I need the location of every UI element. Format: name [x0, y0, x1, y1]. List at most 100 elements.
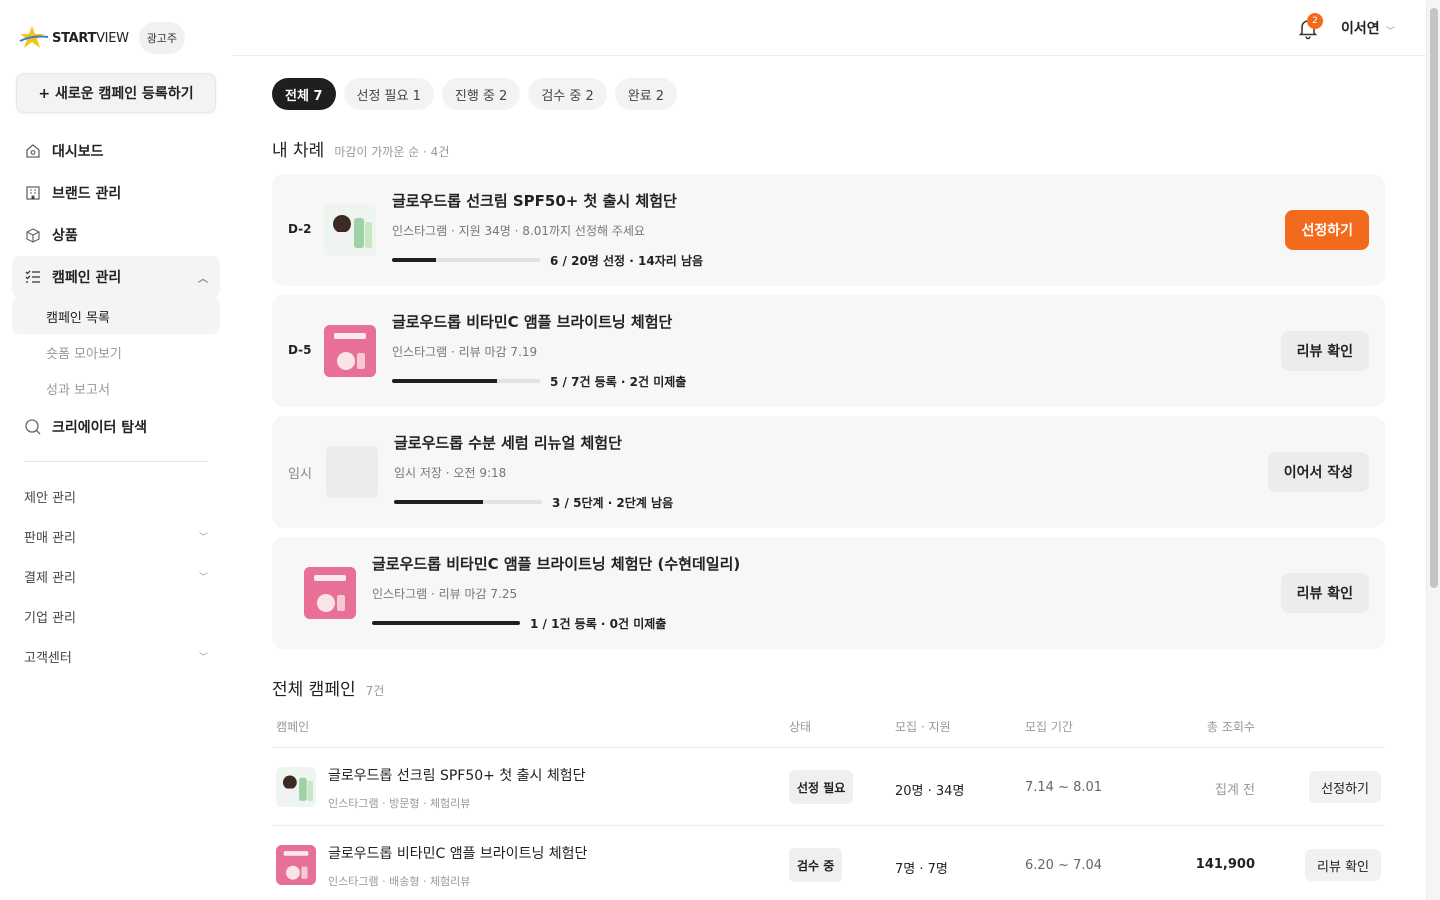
- sidebar-item-dashboard[interactable]: 대시보드: [12, 130, 220, 172]
- select-button[interactable]: 선정하기: [1285, 210, 1369, 250]
- scroll-thumb[interactable]: [1430, 8, 1438, 588]
- draft-label: 임시: [288, 467, 312, 482]
- sidebar-item-proposals[interactable]: 제안 관리: [12, 476, 220, 516]
- sidebar-item-label: 크리에이터 탐색: [52, 420, 148, 436]
- user-name[interactable]: 이서연: [1341, 18, 1380, 38]
- review-check-button[interactable]: 리뷰 확인: [1305, 849, 1381, 881]
- column-header-views: 총 조회수: [1207, 720, 1255, 734]
- sidebar-item-label: 브랜드 관리: [52, 186, 122, 202]
- sidebar-item-creator-search[interactable]: 크리에이터 탐색: [12, 406, 220, 448]
- sidebar-item-products[interactable]: 상품: [12, 214, 220, 256]
- new-campaign-button[interactable]: + 새로운 캠페인 등록하기: [16, 73, 216, 113]
- task-card[interactable]: D-5 글로우드롭 비타민C 앰플 브라이트닝 체험단 인스타그램 · 리뷰 마…: [272, 295, 1385, 407]
- status-badge: 선정 필요: [789, 770, 854, 804]
- task-title: 글로우드롭 비타민C 앰플 브라이트닝 체험단 (수현데일리): [372, 555, 741, 573]
- campaign-title[interactable]: 글로우드롭 선크림 SPF50+ 첫 출시 체험단: [328, 765, 586, 785]
- filter-needs-selection[interactable]: 선정 필요 1: [343, 78, 434, 110]
- section-count: 7건: [365, 684, 385, 698]
- secondary-nav: 제안 관리 판매 관리 ﹀ 결제 관리 ﹀ 기업 관리 고객센터 ﹀: [12, 476, 220, 676]
- box-icon: [24, 226, 42, 244]
- progress-text: 1 / 1건 등록 · 0건 미제출: [530, 617, 667, 631]
- progress-bar: [394, 500, 542, 504]
- sidebar-item-support[interactable]: 고객센터 ﹀: [12, 636, 220, 676]
- logo-text: STARTVIEW: [52, 30, 129, 46]
- sidebar-subitem-shortform[interactable]: 숏폼 모아보기: [12, 334, 220, 370]
- task-card[interactable]: D-2 글로우드롭 선크림 SPF50+ 첫 출시 체험단 인스타그램 · 지원…: [272, 174, 1385, 286]
- notification-badge: 2: [1307, 13, 1323, 29]
- chevron-down-icon[interactable]: ﹀: [1386, 24, 1395, 37]
- task-subtitle: 임시 저장 · 오전 9:18: [394, 466, 507, 480]
- recruit-period: 7.14 ~ 8.01: [1025, 780, 1103, 795]
- sidebar-item-payments[interactable]: 결제 관리 ﹀: [12, 556, 220, 596]
- chevron-up-icon: ︿: [198, 273, 208, 285]
- product-thumbnail: [276, 767, 316, 807]
- progress-fill: [392, 379, 498, 383]
- task-card[interactable]: 글로우드롭 비타민C 앰플 브라이트닝 체험단 (수현데일리) 인스타그램 · …: [272, 537, 1385, 649]
- column-header-campaign: 캠페인: [276, 720, 310, 734]
- sidebar-item-campaign[interactable]: 캠페인 관리 ︿: [12, 256, 220, 298]
- product-thumbnail-placeholder: [326, 446, 378, 498]
- filter-tabs: 전체 7 선정 필요 1 진행 중 2 검수 중 2 완료 2: [272, 78, 678, 110]
- sidebar-item-label: 결제 관리: [24, 570, 76, 586]
- role-badge: 광고주: [138, 22, 186, 54]
- continue-writing-button[interactable]: 이어서 작성: [1267, 452, 1369, 492]
- campaign-meta: 인스타그램 · 배송형 · 체험리뷰: [328, 875, 471, 888]
- select-button[interactable]: 선정하기: [1309, 771, 1381, 803]
- logo[interactable]: STARTVIEW 광고주: [18, 22, 186, 54]
- star-logo-icon: [19, 26, 49, 48]
- recruit-period: 6.20 ~ 7.04: [1025, 858, 1103, 873]
- sidebar-item-company[interactable]: 기업 관리: [12, 596, 220, 636]
- section-meta: 마감이 가까운 순 · 4건: [334, 145, 450, 159]
- sidebar-item-sales[interactable]: 판매 관리 ﹀: [12, 516, 220, 556]
- progress-fill: [394, 500, 483, 504]
- filter-in-progress[interactable]: 진행 중 2: [441, 78, 521, 110]
- filter-all[interactable]: 전체 7: [272, 78, 336, 110]
- product-thumbnail: [304, 567, 356, 619]
- dday-label: D-5: [288, 343, 312, 357]
- sidebar: STARTVIEW 광고주 + 새로운 캠페인 등록하기 대시보드 브랜드 관리…: [0, 0, 232, 900]
- recruit-count: 7명 · 7명: [895, 862, 948, 877]
- total-views: 집계 전: [1214, 783, 1255, 798]
- product-thumbnail: [324, 204, 376, 256]
- campaign-title[interactable]: 글로우드롭 비타민C 앰플 브라이트닝 체험단: [328, 843, 587, 863]
- sidebar-item-label: 제안 관리: [24, 490, 76, 506]
- sidebar-item-label: 고객센터: [24, 650, 72, 666]
- home-icon: [24, 142, 42, 160]
- list-icon: [24, 268, 42, 286]
- table-row[interactable]: 글로우드롭 비타민C 앰플 브라이트닝 체험단 인스타그램 · 배송형 · 체험…: [272, 826, 1385, 900]
- sidebar-item-label: 캠페인 관리: [52, 270, 122, 286]
- review-check-button[interactable]: 리뷰 확인: [1280, 573, 1369, 613]
- filter-in-review[interactable]: 검수 중 2: [528, 78, 607, 110]
- progress-text: 5 / 7건 등록 · 2건 미제출: [550, 375, 687, 389]
- building-icon: [24, 184, 42, 202]
- task-title: 글로우드롭 선크림 SPF50+ 첫 출시 체험단: [392, 192, 677, 210]
- chevron-down-icon: ﹀: [198, 652, 208, 663]
- review-check-button[interactable]: 리뷰 확인: [1280, 331, 1369, 371]
- sidebar-subitem-campaign-list[interactable]: 캠페인 목록: [12, 298, 220, 334]
- progress-bar: [392, 379, 540, 383]
- sidebar-item-brand[interactable]: 브랜드 관리: [12, 172, 220, 214]
- total-views: 141,900: [1195, 857, 1255, 872]
- scrollbar[interactable]: [1426, 0, 1440, 900]
- chevron-down-icon: ﹀: [198, 532, 208, 543]
- all-campaigns-heading: 전체 캠페인 7건: [272, 675, 384, 700]
- column-header-period: 모집 기간: [1025, 720, 1073, 734]
- section-title: 전체 캠페인: [272, 680, 356, 700]
- sidebar-subitem-report[interactable]: 성과 보고서: [12, 370, 220, 406]
- table-row[interactable]: 글로우드롭 선크림 SPF50+ 첫 출시 체험단 인스타그램 · 방문형 · …: [272, 748, 1385, 826]
- campaign-meta: 인스타그램 · 방문형 · 체험리뷰: [328, 797, 471, 810]
- sidebar-item-label: 대시보드: [52, 144, 104, 160]
- section-title: 내 차례: [272, 141, 325, 161]
- progress-fill: [392, 258, 437, 262]
- column-header-recruit: 모집 · 지원: [895, 720, 951, 734]
- product-thumbnail: [276, 845, 316, 885]
- filter-completed[interactable]: 완료 2: [614, 78, 678, 110]
- task-card[interactable]: 임시 글로우드롭 수분 세럼 리뉴얼 체험단 임시 저장 · 오전 9:18 3…: [272, 416, 1385, 528]
- sidebar-item-label: 기업 관리: [24, 610, 76, 626]
- top-bar: 2 이서연 ﹀: [232, 0, 1426, 56]
- status-badge: 검수 중: [789, 848, 843, 882]
- my-turn-heading: 내 차례 마감이 가까운 순 · 4건: [272, 136, 449, 161]
- sidebar-item-label: 상품: [52, 228, 78, 244]
- progress-bar: [372, 621, 520, 625]
- table-header: 캠페인 상태 모집 · 지원 모집 기간 총 조회수: [272, 704, 1385, 748]
